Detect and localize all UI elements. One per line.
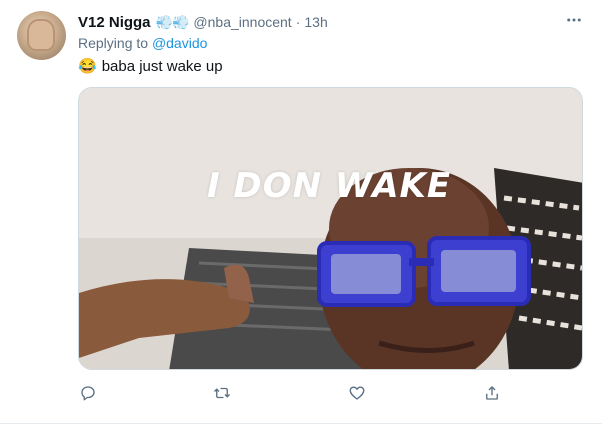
tweet-body: baba just wake up: [101, 57, 223, 75]
more-options-button[interactable]: [564, 10, 584, 30]
laughing-emoji: 😂: [78, 58, 97, 75]
more-horizontal-icon: [567, 18, 581, 22]
reply-mention-link[interactable]: @davido: [152, 35, 207, 51]
tweet-media-image[interactable]: I DON WAKE: [78, 87, 583, 370]
retweet-icon: [214, 387, 230, 399]
share-button[interactable]: [482, 383, 502, 403]
display-name[interactable]: V12 Nigga: [78, 14, 151, 31]
like-button[interactable]: [347, 383, 367, 403]
share-icon: [486, 386, 498, 400]
avatar[interactable]: [17, 11, 66, 60]
replying-prefix: Replying to: [78, 35, 149, 51]
tweet-actions: [0, 383, 602, 407]
replying-to: Replying to @davido: [78, 35, 207, 51]
separator-dot: ·: [295, 14, 301, 30]
retweet-button[interactable]: [212, 383, 232, 403]
reply-button[interactable]: [78, 383, 98, 403]
avatar-image: [27, 19, 55, 51]
meme-photo: [79, 88, 582, 369]
media-caption: I DON WAKE: [207, 166, 452, 206]
tweet[interactable]: V12 Nigga 💨💨 @nba_innocent · 13h Replyin…: [0, 0, 602, 424]
user-handle[interactable]: @nba_innocent: [193, 14, 291, 30]
reply-icon: [81, 386, 95, 401]
tweet-text: 😂 baba just wake up: [78, 57, 223, 76]
tweet-header: V12 Nigga 💨💨 @nba_innocent · 13h: [78, 12, 328, 32]
like-icon: [349, 386, 365, 400]
timestamp[interactable]: 13h: [304, 14, 327, 30]
name-emojis: 💨💨: [155, 13, 190, 30]
